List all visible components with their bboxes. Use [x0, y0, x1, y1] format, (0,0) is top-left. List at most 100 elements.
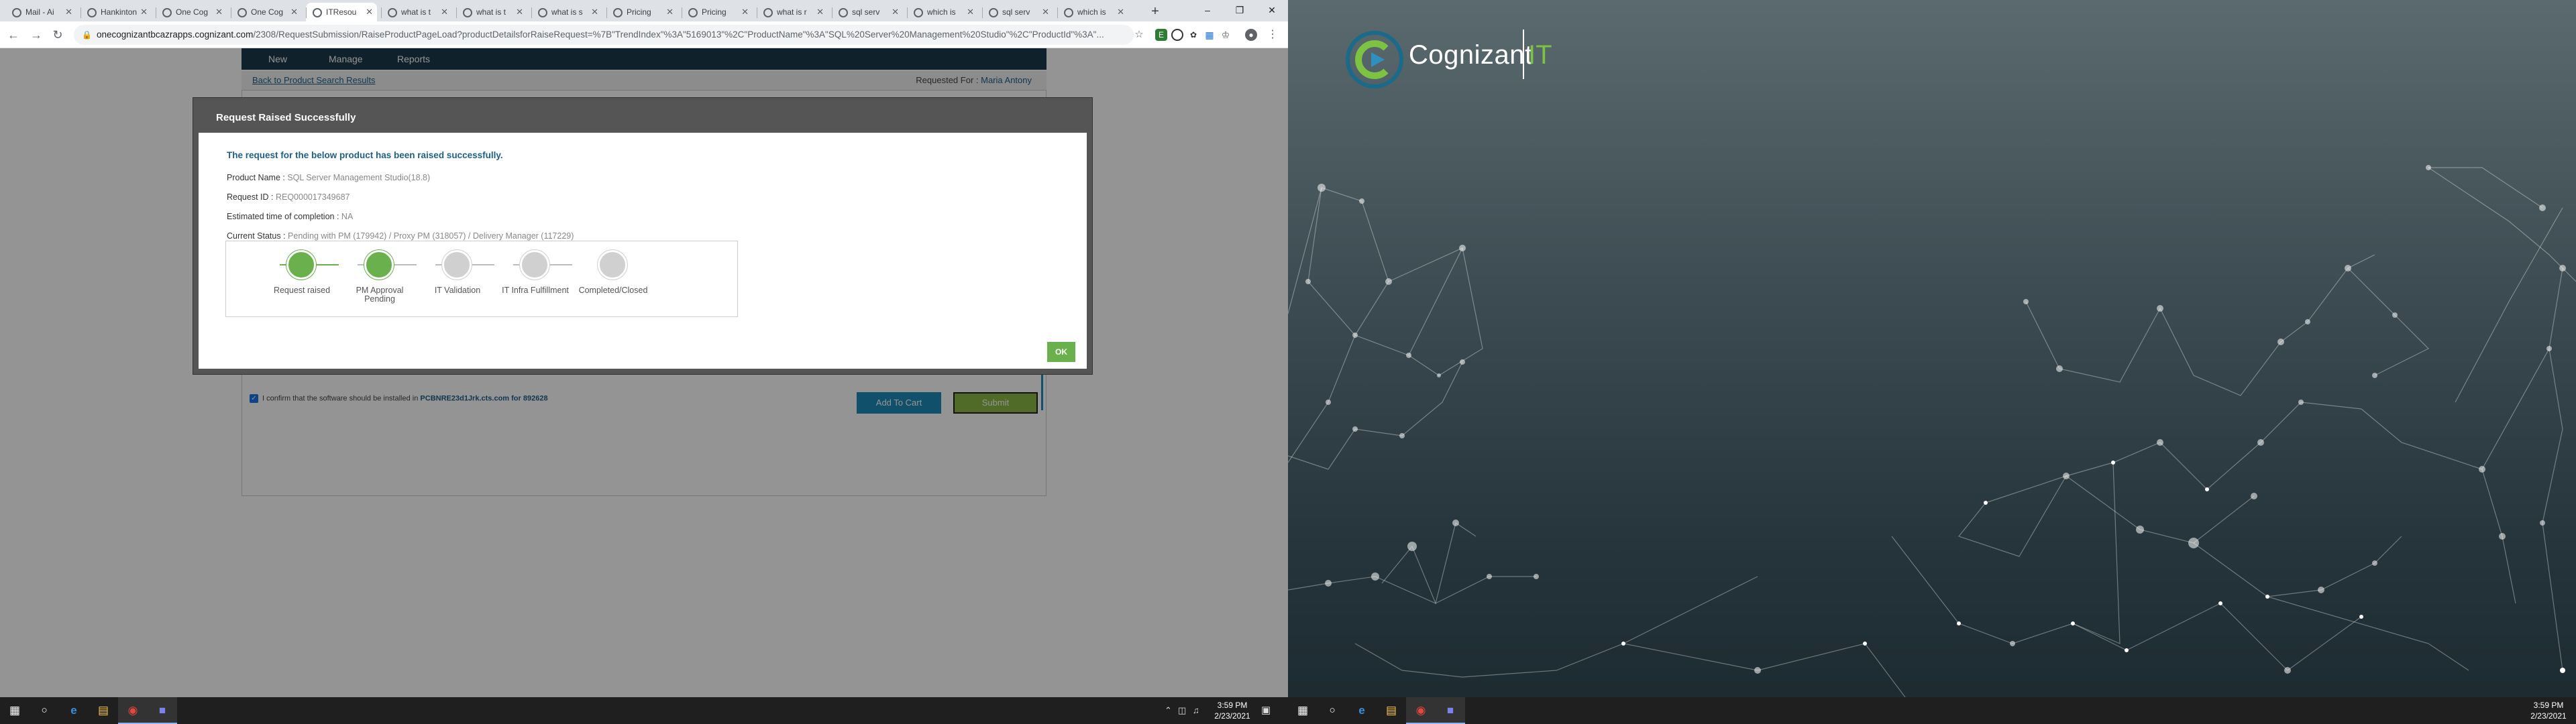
tab-title: One Cog	[251, 7, 284, 17]
extension-excel-icon[interactable]: E	[1155, 29, 1167, 41]
browser-menu-icon[interactable]: ⋮	[1267, 29, 1279, 41]
browser-tab[interactable]: Pricing ✕	[682, 3, 753, 21]
browser-tab[interactable]: One Cog ✕	[156, 3, 227, 21]
browser-tab[interactable]: what is t ✕	[456, 3, 527, 21]
taskbar-clock[interactable]: 3:59 PM 2/23/2021	[1208, 700, 1257, 721]
google-icon	[463, 8, 472, 17]
close-tab-icon[interactable]: ✕	[65, 3, 72, 21]
close-tab-icon[interactable]: ✕	[591, 3, 598, 21]
tab-title: Pricing	[627, 7, 651, 17]
edge-icon[interactable]: e	[1347, 697, 1377, 724]
file-explorer-icon[interactable]: ▤	[89, 697, 118, 724]
browser-tab[interactable]: Mail - Ai ✕	[5, 3, 76, 21]
dialog-header: Request Raised Successfully	[199, 103, 1087, 133]
teams-icon[interactable]: ■	[1436, 697, 1465, 724]
close-tab-icon[interactable]: ✕	[1042, 3, 1049, 21]
teams-icon[interactable]: ■	[148, 697, 177, 724]
cortana-search-icon[interactable]: ○	[1318, 697, 1347, 724]
browser-tab[interactable]: sql serv ✕	[832, 3, 903, 21]
browser-tab[interactable]: which is ✕	[1057, 3, 1128, 21]
browser-tab[interactable]: what is s ✕	[531, 3, 602, 21]
windows-start-icon[interactable]: ▦	[0, 697, 30, 724]
clock-date: 2/23/2021	[1214, 711, 1250, 721]
cortana-search-icon[interactable]: ○	[30, 697, 59, 724]
file-explorer-icon[interactable]: ▤	[1377, 697, 1406, 724]
tab-title: sql serv	[852, 7, 880, 17]
notification-icon[interactable]: ▣	[1261, 697, 1271, 724]
browser-tab-strip: Mail - Ai ✕ Hankinton ✕ One Cog ✕ One Cog ✕ ITRe…	[0, 0, 1288, 21]
ok-button[interactable]: OK	[1047, 342, 1075, 362]
browser-tab[interactable]: which is ✕	[907, 3, 978, 21]
taskbar-secondary: ▦ ○ e ▤ ◉ ■ 3:59 PM 2/23/2021	[1288, 697, 2576, 724]
browser-tab[interactable]: sql serv ✕	[982, 3, 1053, 21]
success-message: The request for the below product has be…	[227, 150, 503, 160]
tab-title: what is t	[401, 7, 431, 17]
close-tab-icon[interactable]: ✕	[741, 3, 749, 21]
browser-tab[interactable]: One Cog ✕	[231, 3, 302, 21]
close-tab-icon[interactable]: ✕	[1117, 3, 1124, 21]
step-circle-request-raised	[286, 250, 316, 280]
url-path: /2308/RequestSubmission/RaiseProductPage…	[253, 29, 1104, 40]
network-icon[interactable]: ◫	[1178, 697, 1186, 724]
profile-avatar[interactable]: ●	[1245, 29, 1257, 41]
tab-title: what is t	[476, 7, 506, 17]
close-tab-icon[interactable]: ✕	[816, 3, 824, 21]
taskbar-clock[interactable]: 3:59 PM 2/23/2021	[2524, 700, 2573, 721]
close-tab-icon[interactable]: ✕	[666, 3, 674, 21]
chrome-icon[interactable]: ◉	[118, 697, 148, 724]
close-window-button[interactable]: ✕	[1256, 0, 1288, 21]
back-arrow-icon[interactable]: ←	[4, 25, 23, 44]
current-status-field: Current Status : Pending with PM (179942…	[227, 231, 574, 241]
edge-icon[interactable]: e	[59, 697, 89, 724]
extension-circle-icon[interactable]	[1171, 29, 1183, 41]
close-tab-icon[interactable]: ✕	[892, 3, 899, 21]
close-tab-icon[interactable]: ✕	[290, 3, 298, 21]
logo-divider	[1523, 29, 1524, 79]
success-dialog: Request Raised Successfully The request …	[193, 98, 1092, 374]
step-circle-it-infra	[520, 250, 549, 280]
close-tab-icon[interactable]: ✕	[967, 3, 974, 21]
address-bar[interactable]: 🔒 onecognizantbcazrapps.cognizant.com/23…	[74, 25, 1134, 45]
browser-tab[interactable]: ITResou ✕	[306, 3, 377, 21]
browser-toolbar: ← → ↻ 🔒 onecognizantbcazrapps.cognizant.…	[0, 21, 1288, 48]
close-tab-icon[interactable]: ✕	[516, 3, 523, 21]
forward-arrow-icon[interactable]: →	[27, 25, 46, 44]
volume-icon[interactable]: ♫	[1193, 697, 1199, 724]
new-tab-button[interactable]: +	[1146, 3, 1165, 21]
field-value: REQ000017349687	[275, 192, 350, 202]
browser-tab[interactable]: Hankinton ✕	[80, 3, 152, 21]
google-icon	[763, 8, 773, 17]
tab-title: Pricing	[702, 7, 727, 17]
extension-windows-icon[interactable]: ▦	[1203, 29, 1216, 41]
minimize-button[interactable]: –	[1191, 0, 1224, 21]
step-label: Request raised	[273, 286, 331, 295]
extension-gear-icon[interactable]: ✿	[1187, 29, 1199, 41]
tab-title: which is	[1077, 7, 1106, 17]
right-monitor-desktop: Cognizant IT ▦ ○ e ▤ ◉ ■ 3:59 PM 2/23/20…	[1288, 0, 2576, 724]
network-wallpaper	[1288, 165, 2576, 697]
browser-tab[interactable]: Pricing ✕	[606, 3, 678, 21]
outlook-icon	[12, 8, 21, 17]
reload-icon[interactable]: ↻	[48, 25, 67, 44]
web-icon	[688, 8, 698, 17]
close-tab-icon[interactable]: ✕	[441, 3, 448, 21]
tray-chevron-icon[interactable]: ⌃	[1165, 697, 1172, 724]
chrome-icon[interactable]: ◉	[1406, 697, 1436, 724]
close-tab-icon[interactable]: ✕	[140, 3, 148, 21]
windows-start-icon[interactable]: ▦	[1288, 697, 1318, 724]
bookmark-star-icon[interactable]: ☆	[1130, 25, 1148, 44]
maximize-button[interactable]: ❐	[1224, 0, 1256, 21]
close-tab-icon[interactable]: ✕	[366, 3, 373, 21]
google-icon	[914, 8, 923, 17]
url-host: onecognizantbcazrapps.cognizant.com	[97, 29, 254, 40]
browser-tab[interactable]: what is t ✕	[381, 3, 452, 21]
close-tab-icon[interactable]: ✕	[215, 3, 223, 21]
web-icon	[613, 8, 623, 17]
extensions-puzzle-icon[interactable]: ♔	[1220, 29, 1232, 41]
request-id-field: Request ID : REQ000017349687	[227, 192, 350, 202]
browser-tab[interactable]: what is r ✕	[757, 3, 828, 21]
step-label: IT Infra Fulfillment	[502, 286, 569, 295]
eta-field: Estimated time of completion : NA	[227, 212, 353, 221]
google-icon	[538, 8, 547, 17]
teams-icon	[87, 8, 97, 17]
